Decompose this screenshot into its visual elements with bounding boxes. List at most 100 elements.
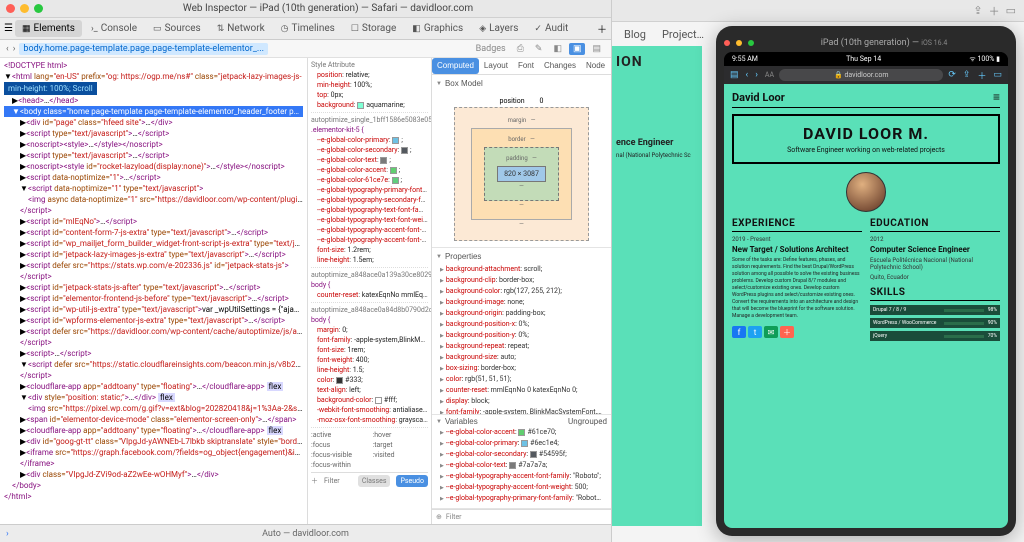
dom-node[interactable]: ▶<script id="wp-util-js-extra" type="tex… [4,304,303,315]
dom-node[interactable]: ▼<script defer src="https://static.cloud… [4,359,303,370]
computed-panel[interactable]: Computed Layout Font Changes Node Layers… [432,58,611,524]
dom-node[interactable]: ▶<script defer src="https://davidloor.co… [4,326,303,337]
node-tab[interactable]: Node [581,58,610,74]
tabs-icon[interactable]: ▭ [991,70,1004,80]
dom-node[interactable]: ▶<script id="wpforms-elementor-js-extra"… [4,315,303,326]
ungrouped-label[interactable]: Ungrouped [568,417,607,427]
css-variable[interactable]: --e-global-typography-accent-font-weight… [440,482,603,493]
dom-node[interactable]: ▶<script id="mlEqNo">…</script> [4,216,303,227]
dom-node[interactable]: ▶<script type="text/javascript">…</scrip… [4,128,303,139]
dom-node[interactable]: </body> [4,480,303,491]
dom-node[interactable]: ▶<script id="jetpack-stats-js-after" typ… [4,282,303,293]
pseudo-active[interactable]: :active [311,430,367,440]
computed-property[interactable]: background-position-y: 0%; [440,330,603,341]
tab-sources[interactable]: ▭Sources [146,20,208,37]
computed-property[interactable]: background-image: none; [440,297,603,308]
pseudo-hover[interactable]: :hover [373,430,429,440]
dom-node[interactable]: </html> [4,491,303,502]
css-variable[interactable]: --e-global-color-primary: #6ec1e4; [440,438,603,449]
share-icon[interactable]: ⇪ [961,70,973,80]
tabs-icon[interactable]: ▭ [1006,4,1016,17]
computed-property[interactable]: background-repeat: repeat; [440,341,603,352]
twitter-icon[interactable]: t [748,326,762,338]
tab-audit[interactable]: ✓Audit [527,20,575,37]
back-icon[interactable]: ‹ [744,70,751,80]
more-icon[interactable]: ＋ [780,326,794,338]
facebook-icon[interactable]: f [732,326,746,338]
computed-property[interactable]: counter-reset: mmlEqnNo 0 katexEqnNo 0; [440,385,603,396]
dom-node-selected[interactable]: ▼<body class="home page-template page-te… [4,106,303,117]
pseudo-focus-visible[interactable]: :focus-visible [311,450,367,460]
layout-tab[interactable]: Layout [479,58,513,74]
expand-icon[interactable]: › [6,529,9,539]
dom-node[interactable]: ▼<html lang="en-US" prefix="og: https://… [4,71,303,82]
style-rule[interactable]: autoptimize_a848ace0a84d8b0790d2c0f6cc… … [311,305,428,428]
dom-node[interactable]: <img src="https://pixel.wp.com/g.gif?v=e… [4,403,303,414]
style-rule[interactable]: autoptimize_single_1bff1586e5083e056f40…… [311,115,428,268]
new-tab-icon[interactable]: ＋ [975,69,988,82]
pseudo-focus[interactable]: :focus [311,440,367,450]
box-model-icon[interactable]: ▣ [569,43,586,55]
dom-node[interactable]: <!DOCTYPE html> [4,60,303,71]
tab-graphics[interactable]: ◧Graphics [405,20,470,37]
dom-node[interactable]: ▶<cloudflare-app app="addtoany" type="fl… [4,381,303,392]
add-tab-icon[interactable]: ＋ [989,3,1000,19]
email-icon[interactable]: ✉ [764,326,778,338]
dom-node[interactable]: ▶<div id="goog-gt-tt" class="VIpgJd-yAWN… [4,436,303,447]
box-model-heading[interactable]: Box Model [436,77,607,91]
tab-console[interactable]: ›_Console [84,20,144,37]
computed-property[interactable]: font-family: -apple-system, BlinkMacSyst… [440,407,603,415]
font-tab[interactable]: Font [513,58,539,74]
dom-node[interactable]: ▶<div id="page" class="hfeed site">…</di… [4,117,303,128]
dom-node[interactable]: ▶<iframe src="https://graph.facebook.com… [4,447,303,458]
dom-node[interactable]: </iframe> [4,458,303,469]
computed-tab[interactable]: Computed [432,58,479,74]
hamburger-icon[interactable]: ≡ [993,90,1000,104]
tab-network[interactable]: ⇅Network [210,20,272,37]
sidebar-icon[interactable]: ▤ [728,70,741,80]
pseudo-target[interactable]: :target [373,440,429,450]
filter-icon[interactable]: ⊕ [436,512,442,522]
css-variable[interactable]: --e-global-typography-primary-font-famil… [440,493,603,504]
add-tab-icon[interactable]: ＋ [597,21,607,36]
style-rule[interactable]: autoptimize_a848ace0a139a30ce8029cd9cc… … [311,270,428,303]
css-variable[interactable]: --e-global-color-accent: #61ce70; [440,427,603,438]
maximize-icon[interactable] [34,4,43,13]
dom-node[interactable]: ▶<script id="elementor-frontend-js-befor… [4,293,303,304]
dom-node[interactable]: ▶<noscript><style>…</style></noscript> [4,139,303,150]
css-variable[interactable]: --e-global-color-secondary: #54595f; [440,449,603,460]
dom-node[interactable]: </script> [4,271,303,282]
dom-node[interactable]: ▶<cloudflare-app app="addtoany" type="fl… [4,425,303,436]
text-size-icon[interactable]: AA [763,71,776,79]
pseudo-visited[interactable]: :visited [373,450,429,460]
filter-input[interactable]: Filter [446,512,462,522]
layers-tab[interactable]: Layers [610,58,611,74]
filter-input[interactable]: Filter [324,476,340,486]
pseudo-button[interactable]: Pseudo [396,475,428,487]
dom-node[interactable]: ▶<script type="text/javascript">…</scrip… [4,150,303,161]
print-icon[interactable]: ⎙ [513,43,528,55]
brand[interactable]: David Loor [732,91,785,104]
dom-node[interactable]: ▼<div style="position: static;">…</div> … [4,392,303,403]
properties-heading[interactable]: Properties [436,250,607,264]
computed-property[interactable]: color: rgb(51, 51, 51); [440,374,603,385]
tab-elements[interactable]: ▦Elements [15,20,82,37]
style-rule[interactable]: Style Attribute position: relative; min-… [311,60,428,113]
computed-property[interactable]: display: block; [440,396,603,407]
nav-blog[interactable]: Blog [624,28,646,41]
dom-node[interactable]: ▶<script id="jetpack-lazy-images-js-extr… [4,249,303,260]
reload-icon[interactable]: ⟳ [946,70,958,80]
nav-projects[interactable]: Project… [662,28,704,41]
computed-property[interactable]: background-origin: padding-box; [440,308,603,319]
breadcrumb-body[interactable]: body.home.page-template.page.page-templa… [19,43,268,55]
dom-node[interactable]: ▶<noscript><style id="rocket-lazyload(di… [4,161,303,172]
minimize-icon[interactable] [20,4,29,13]
computed-property[interactable]: background-attachment: scroll; [440,264,603,275]
forward-icon[interactable]: › [753,70,760,80]
computed-property[interactable]: box-sizing: border-box; [440,363,603,374]
tab-timelines[interactable]: ◷Timelines [274,20,342,37]
dom-node[interactable]: ▶<script>…</script> [4,348,303,359]
css-variable[interactable]: --e-global-color-text: #7a7a7a; [440,460,603,471]
layers-view-icon[interactable]: ◧ [549,43,566,55]
dom-node[interactable]: <img async data-noptimize="1" src="https… [4,194,303,205]
